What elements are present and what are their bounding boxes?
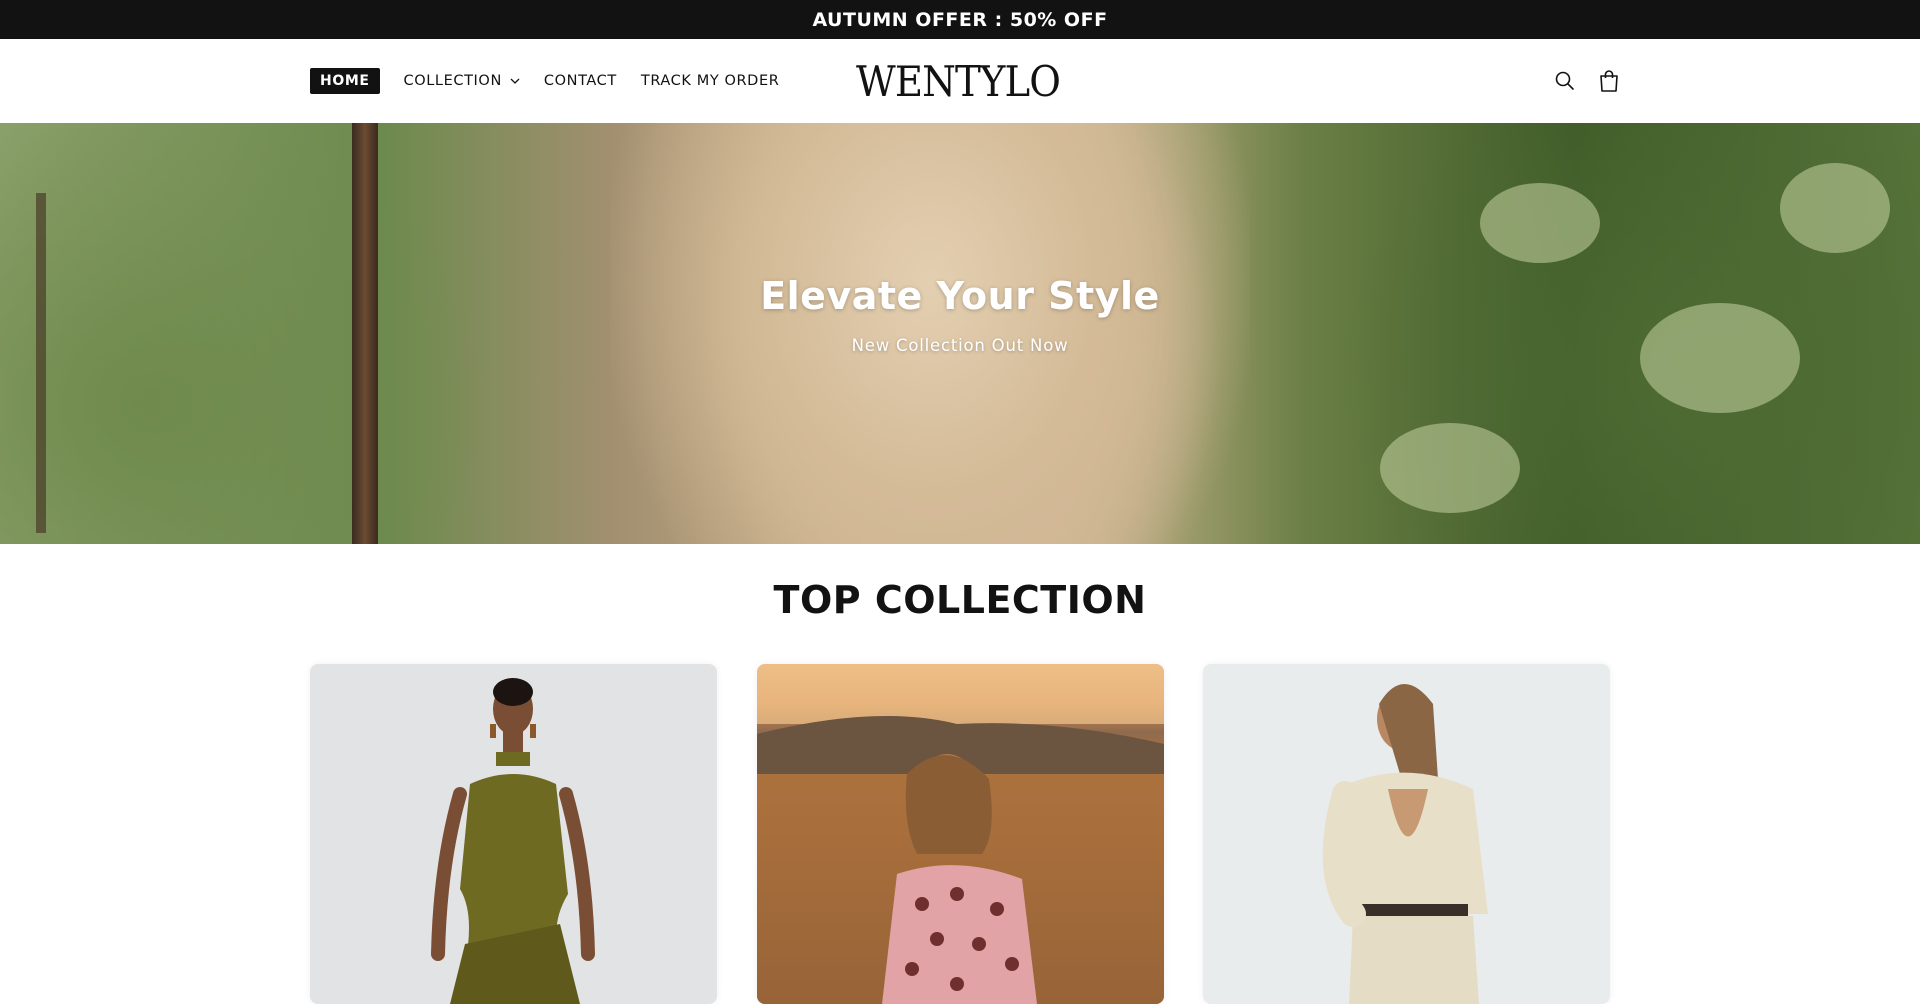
nav-contact-label: CONTACT	[543, 73, 617, 89]
announcement-text: AUTUMN OFFER : 50% OFF	[812, 8, 1108, 31]
nav-track-order-label: TRACK MY ORDER	[640, 73, 780, 89]
hero-title: Elevate Your Style	[760, 274, 1160, 318]
search-button[interactable]	[1548, 64, 1582, 98]
nav-track-order[interactable]: TRACK MY ORDER	[641, 73, 780, 89]
collection-card-polka-dress[interactable]	[757, 664, 1164, 1004]
nav-home[interactable]: HOME	[310, 68, 380, 94]
header-icons	[1538, 39, 1626, 123]
product-image	[757, 664, 1164, 1004]
nav-contact[interactable]: CONTACT	[544, 73, 617, 89]
product-image	[1322, 684, 1488, 1004]
collection-grid	[310, 664, 1610, 1004]
main-nav: HOME COLLECTION CONTACT TRACK MY ORDER	[310, 39, 803, 123]
nav-home-label: HOME	[320, 73, 370, 89]
nav-collection[interactable]: COLLECTION	[404, 73, 520, 89]
hero-content: Elevate Your Style New Collection Out No…	[0, 123, 1920, 544]
chevron-down-icon	[510, 78, 520, 84]
product-image	[431, 678, 595, 1004]
collection-card-olive-dress[interactable]	[310, 664, 717, 1004]
nav-collection-label: COLLECTION	[403, 73, 502, 89]
logo-text: WENTYLO	[856, 56, 1061, 106]
site-header: HOME COLLECTION CONTACT TRACK MY ORDER W…	[0, 39, 1920, 123]
collection-card-cream-dress[interactable]	[1203, 664, 1610, 1004]
hero-banner[interactable]: Elevate Your Style New Collection Out No…	[0, 123, 1920, 544]
section-title: TOP COLLECTION	[773, 578, 1147, 622]
cart-icon	[1600, 70, 1618, 92]
hero-subtitle: New Collection Out Now	[851, 336, 1069, 355]
search-icon	[1555, 71, 1574, 90]
site-logo[interactable]: WENTYLO	[856, 39, 1061, 123]
announcement-bar: AUTUMN OFFER : 50% OFF	[0, 0, 1920, 39]
cart-button[interactable]	[1592, 64, 1626, 98]
